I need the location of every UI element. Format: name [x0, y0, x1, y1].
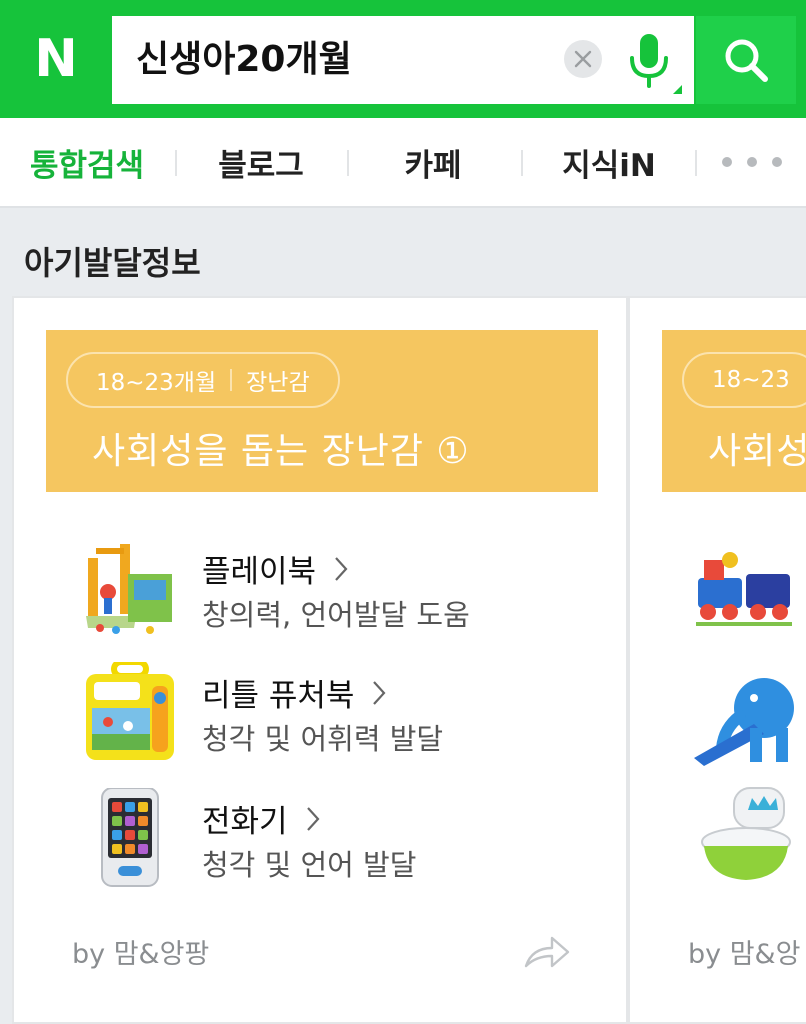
clear-search-button[interactable]: [564, 40, 602, 78]
development-card[interactable]: 18~23개월 장난감 사회성을 돕는 장난감 ① 플레이북 창의력, 언어발달…: [12, 296, 628, 1024]
voice-search-button[interactable]: [624, 30, 674, 92]
tab-divider: [175, 150, 177, 176]
item-name: 플레이북: [202, 546, 348, 591]
tab-cafe[interactable]: 카페: [370, 118, 496, 206]
tab-divider: [347, 150, 349, 176]
search-box: [112, 16, 694, 104]
section-title: 아기발달정보: [24, 244, 201, 282]
item-name: 리틀 퓨처북: [202, 670, 386, 715]
age-category-tag: 18~23: [682, 352, 806, 408]
item-description: 청각 및 어휘력 발달: [202, 722, 444, 756]
age-range: 18~23: [712, 367, 790, 393]
toy-train-image: [696, 552, 792, 626]
search-icon: [725, 39, 768, 82]
item-name-text: 전화기: [202, 804, 288, 840]
search-input[interactable]: [136, 34, 536, 86]
toy-item-little-future-book[interactable]: 리틀 퓨처북 청각 및 어휘력 발달: [80, 662, 600, 772]
toy-item-playbook[interactable]: 플레이북 창의력, 언어발달 도움: [80, 538, 600, 648]
item-description: 청각 및 언어 발달: [202, 848, 417, 882]
dot-icon: [747, 157, 757, 167]
search-tabs: 통합검색 블로그 카페 지식iN: [0, 118, 806, 208]
tab-kin[interactable]: 지식iN: [544, 118, 674, 206]
category-label: 장난감: [246, 370, 310, 396]
item-name-text: 리틀 퓨처북: [202, 678, 355, 714]
item-description: 창의력, 언어발달 도움: [202, 598, 470, 632]
chevron-right-icon: [306, 806, 320, 832]
source-credit: by 맘&앙: [688, 939, 801, 970]
tab-integrated-search[interactable]: 통합검색: [18, 118, 156, 206]
mic-icon: [630, 34, 668, 88]
chevron-right-icon: [372, 680, 386, 706]
development-card[interactable]: 18~23 사회성 by 맘&앙: [628, 296, 806, 1024]
age-category-tag: 18~23개월 장난감: [66, 352, 340, 408]
close-icon: [574, 50, 592, 68]
search-button[interactable]: [696, 16, 796, 104]
source-credit: by 맘&앙팡: [72, 939, 210, 970]
tab-divider: [695, 150, 697, 176]
dot-icon: [722, 157, 732, 167]
search-header: N: [0, 0, 806, 118]
dot-icon: [772, 157, 782, 167]
item-name: 전화기: [202, 796, 320, 841]
more-tabs-button[interactable]: [722, 118, 782, 206]
toy-phone-image: [101, 788, 159, 887]
age-range: 18~23개월: [96, 370, 217, 396]
card-title: 사회성: [708, 431, 806, 472]
share-button[interactable]: [522, 932, 572, 972]
tab-blog[interactable]: 블로그: [196, 118, 326, 206]
tab-divider: [521, 150, 523, 176]
chevron-right-icon: [334, 556, 348, 582]
item-name-text: 플레이북: [202, 554, 317, 590]
autocomplete-toggle-icon[interactable]: [673, 85, 682, 94]
card-banner[interactable]: 18~23개월 장난감 사회성을 돕는 장난감 ①: [46, 330, 598, 492]
elephant-slide-image: [694, 678, 794, 766]
logo-text: N: [34, 29, 78, 89]
naver-logo[interactable]: N: [0, 0, 110, 118]
little-future-book-image: [86, 662, 174, 760]
card-title: 사회성을 돕는 장난감 ①: [92, 431, 470, 472]
tag-divider: [230, 369, 233, 391]
potty-seat-image: [701, 787, 791, 880]
playbook-image: [86, 544, 172, 634]
toy-item-telephone[interactable]: 전화기 청각 및 언어 발달: [80, 788, 600, 898]
share-icon: [524, 936, 570, 968]
card-banner[interactable]: 18~23 사회성: [662, 330, 806, 492]
